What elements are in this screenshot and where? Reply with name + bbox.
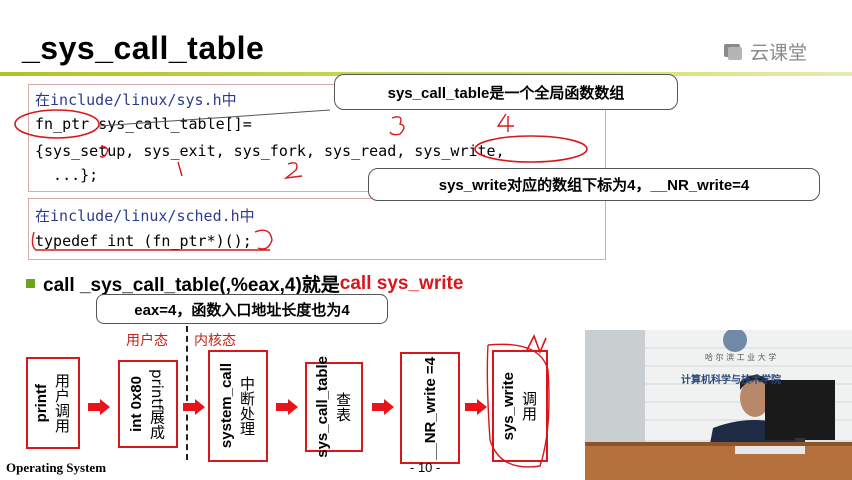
flow-step-nr-write: __NR_write =4 [400, 352, 460, 464]
bullet-text-red: call sys_write [339, 272, 464, 294]
svg-text:哈 尔 滨 工 业 大 学: 哈 尔 滨 工 业 大 学 [705, 352, 776, 362]
flow-step-main: sys_write [500, 371, 517, 441]
bullet-text-black: call _sys_call_table(,%eax,4)就是 [43, 275, 340, 296]
callout-write-index: sys_write对应的数组下标为4，__NR_write=4 [368, 168, 820, 201]
flow-step-side: printf展成 [148, 368, 166, 440]
flow-step-printf: printf 用户调用 [26, 357, 80, 449]
code-array-items: {sys_setup, sys_exit, sys_fork, sys_read… [35, 142, 505, 160]
kernel-state-label: 内核态 [194, 333, 236, 349]
code-array-end: ...}; [35, 166, 99, 184]
video-wall-sign: 计算机科学与技术学院 [681, 375, 781, 386]
brand-name: 云课堂 [750, 42, 808, 64]
flow-step-side: 用户调用 [53, 373, 71, 433]
include-line: 在include/linux/sched.h中 [35, 205, 255, 226]
bullet-square-icon [26, 279, 35, 288]
cloud-classroom-icon [724, 43, 742, 60]
flow-step-main: __NR_write =4 [421, 356, 439, 460]
include-suffix: 中 [221, 91, 237, 109]
callout-global-array: sys_call_table是一个全局函数数组 [334, 74, 678, 110]
brand-logo: 云课堂 [722, 38, 807, 65]
user-state-label: 用户态 [126, 333, 168, 349]
lecturer-video: 哈 尔 滨 工 业 大 学 计算机科学与技术学院 [585, 330, 852, 480]
flow-step-side: 中断处理 [238, 376, 256, 436]
arrow-right-icon [276, 399, 298, 415]
lecturer-video-frame: 哈 尔 滨 工 业 大 学 [585, 330, 852, 480]
flow-step-system-call: system_call 中断处理 [208, 350, 268, 462]
slide-title: _sys_call_table [22, 30, 265, 66]
page-number: - 10 - [410, 460, 441, 475]
flow-step-side: 调用 [520, 391, 538, 421]
arrow-right-icon [88, 399, 110, 415]
include-path: include/linux/sys.h [50, 91, 222, 109]
flow-step-int80: int 0x80 printf展成 [118, 360, 178, 448]
code-box-sched-h: 在include/linux/sched.h中 typedef int (fn_… [28, 198, 606, 260]
callout-eax: eax=4，函数入口地址长度也为4 [96, 294, 388, 324]
user-kernel-divider [186, 326, 188, 460]
flow-step-syscall-table: sys_call_table 查表 [305, 356, 363, 458]
flow-step-main: printf [33, 383, 50, 423]
arrow-right-icon [465, 399, 487, 415]
flow-step-main: system_call [218, 363, 235, 449]
code-typedef: typedef int (fn_ptr*)(); [35, 232, 252, 250]
include-suffix: 中 [239, 207, 255, 225]
include-line: 在include/linux/sys.h中 [35, 89, 237, 110]
flow-step-sys-write: sys_write 调用 [492, 350, 548, 462]
include-path: include/linux/sched.h [50, 207, 240, 225]
arrow-right-icon [372, 399, 394, 415]
bullet-call-sys-write: call _sys_call_table(,%eax,4)就是 call sys_… [26, 270, 463, 297]
flow-step-side: 查表 [334, 392, 352, 422]
code-declaration: fn_ptr sys_call_table[]= [35, 115, 252, 133]
arrow-right-icon [183, 399, 205, 415]
include-prefix: 在 [35, 91, 51, 109]
flow-step-main: int 0x80 [128, 376, 145, 432]
flow-step-main: sys_call_table [314, 356, 331, 458]
include-prefix: 在 [35, 207, 51, 225]
course-footer: Operating System [6, 460, 107, 475]
